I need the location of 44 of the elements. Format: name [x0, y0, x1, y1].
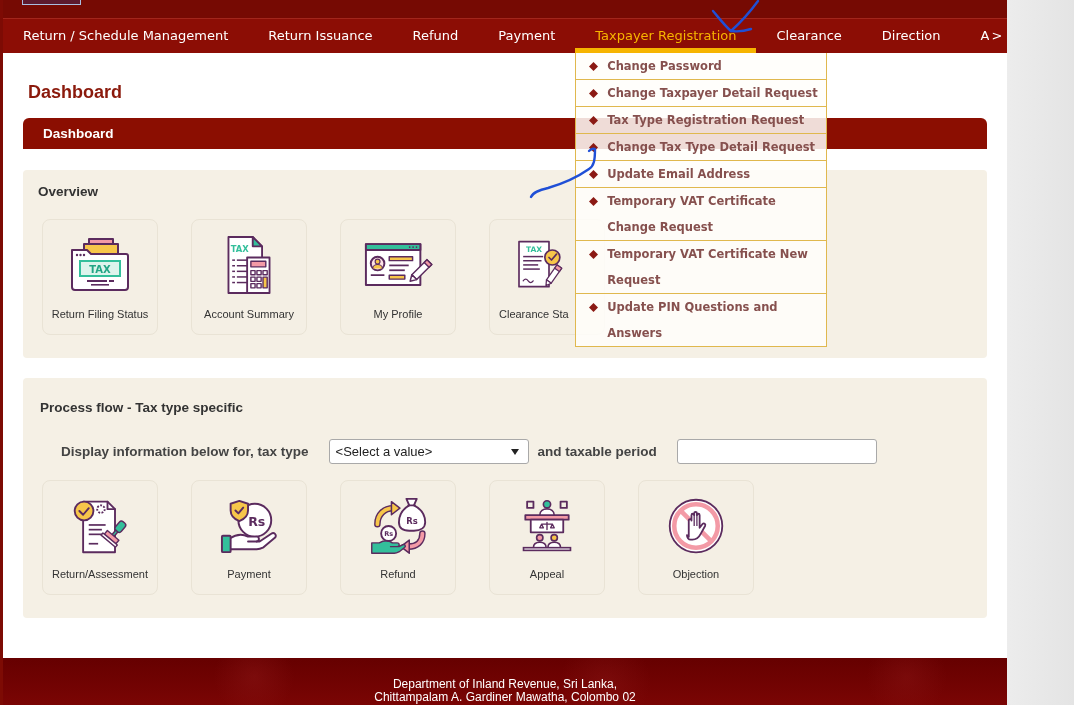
menu-item[interactable]: Change Password: [576, 53, 827, 80]
footer-text: Department of Inland Revenue, Sri Lanka,: [392, 678, 618, 691]
process-tile[interactable]: Objection: [638, 480, 754, 595]
diamond-bullet-icon: [589, 196, 599, 206]
nav-tab[interactable]: Payment: [478, 19, 576, 53]
panel-title: Process flow - Tax type specific: [40, 400, 244, 416]
menu-item[interactable]: Tax Type Registration Request: [576, 107, 827, 134]
shortcut-tile[interactable]: TAX Return Filing Status: [42, 219, 158, 335]
diamond-bullet-icon: [589, 302, 599, 312]
process-tile[interactable]: Appeal: [489, 480, 605, 595]
nav-tab[interactable]: Direction: [861, 19, 961, 53]
diamond-bullet-icon: [589, 169, 599, 179]
shortcut-tile[interactable]: TAX Account Summary: [191, 219, 307, 335]
menu-item[interactable]: Change Taxpayer Detail Request: [576, 80, 827, 107]
nav-tab[interactable]: Taxpayer Registration: [575, 19, 757, 53]
nav-tab[interactable]: Clearance: [756, 19, 862, 53]
diamond-bullet-icon: [589, 61, 599, 71]
nav-tab[interactable]: Refund: [392, 19, 479, 53]
logo-fragment: [22, 0, 81, 5]
field-label: Display information below for, tax type: [61, 444, 309, 459]
diamond-bullet-icon: [589, 115, 599, 125]
process-tile[interactable]: Rs Payment: [191, 480, 307, 595]
diamond-bullet-icon: [589, 88, 599, 98]
menu-item[interactable]: Temporary VAT Certificate New Request: [576, 241, 827, 294]
menu-item[interactable]: Update Email Address: [576, 161, 827, 188]
tax-type-select[interactable]: <Select a value>: [328, 439, 529, 464]
nav-tab[interactable]: Return / Schedule Management: [3, 19, 249, 53]
diamond-bullet-icon: [589, 249, 599, 259]
page-title: Dashboard: [28, 81, 123, 103]
section-title: Dashboard: [43, 126, 114, 141]
nav-tab[interactable]: A: [960, 19, 990, 53]
menu-item[interactable]: Update PIN Questions and Answers: [576, 294, 827, 347]
caret-icon: [510, 448, 519, 455]
menu-item[interactable]: Change Tax Type Detail Request: [576, 134, 827, 161]
panel-title: Overview: [38, 184, 99, 200]
field-label: and taxable period: [537, 444, 657, 459]
taxable-period-field[interactable]: [676, 439, 877, 464]
diamond-bullet-icon: [589, 142, 599, 152]
shortcut-tile[interactable]: My Profile: [340, 219, 456, 335]
footer-text: Chittampalam A. Gardiner Mawatha, Colombo 02: [374, 691, 636, 704]
process-tile[interactable]: Return/Assessment: [42, 480, 158, 595]
stop-hand-icon: [667, 497, 725, 555]
nav-tab[interactable]: Return Issuance: [248, 19, 393, 53]
menu-item[interactable]: Temporary VAT Certificate Change Request: [576, 188, 827, 241]
